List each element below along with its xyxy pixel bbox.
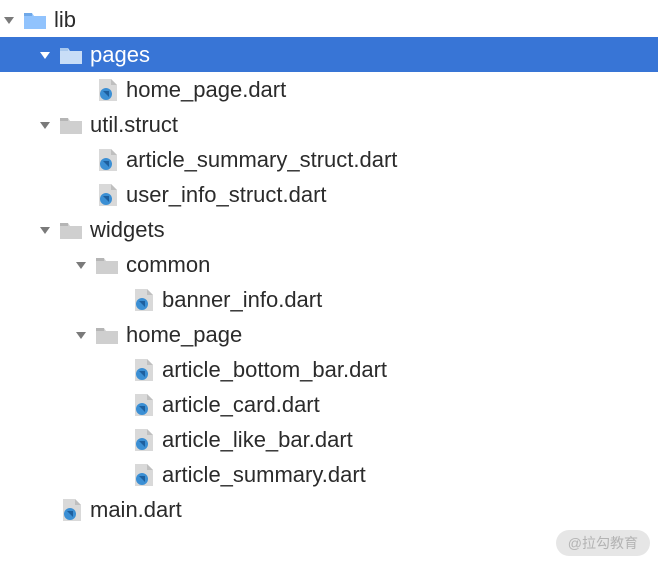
dart-file-icon <box>132 359 154 381</box>
tree-row-file[interactable]: banner_info.dart <box>0 282 658 317</box>
folder-icon <box>60 219 82 241</box>
tree-row-util-struct[interactable]: util.struct <box>0 107 658 142</box>
tree-label: util.struct <box>90 107 658 142</box>
tree-row-file[interactable]: article_card.dart <box>0 387 658 422</box>
chevron-down-icon[interactable] <box>36 224 54 236</box>
tree-row-file[interactable]: main.dart <box>0 492 658 527</box>
folder-icon <box>96 324 118 346</box>
tree-row-file[interactable]: article_summary_struct.dart <box>0 142 658 177</box>
tree-row-file[interactable]: article_like_bar.dart <box>0 422 658 457</box>
project-tree: lib pages home_page.dart util.struct <box>0 0 658 527</box>
tree-label: home_page.dart <box>126 72 658 107</box>
tree-label: pages <box>90 37 658 72</box>
dart-file-icon <box>132 289 154 311</box>
folder-icon <box>24 9 46 31</box>
tree-row-file[interactable]: home_page.dart <box>0 72 658 107</box>
tree-row-home-page-folder[interactable]: home_page <box>0 317 658 352</box>
tree-row-lib[interactable]: lib <box>0 2 658 37</box>
chevron-down-icon[interactable] <box>0 14 18 26</box>
tree-label: lib <box>54 2 658 37</box>
tree-row-pages[interactable]: pages <box>0 37 658 72</box>
folder-icon <box>60 44 82 66</box>
dart-file-icon <box>132 429 154 451</box>
dart-file-icon <box>132 464 154 486</box>
tree-label: home_page <box>126 317 658 352</box>
chevron-down-icon[interactable] <box>36 119 54 131</box>
tree-row-file[interactable]: article_summary.dart <box>0 457 658 492</box>
chevron-down-icon[interactable] <box>72 329 90 341</box>
tree-label: banner_info.dart <box>162 282 658 317</box>
dart-file-icon <box>132 394 154 416</box>
folder-icon <box>60 114 82 136</box>
tree-row-file[interactable]: user_info_struct.dart <box>0 177 658 212</box>
dart-file-icon <box>96 79 118 101</box>
chevron-down-icon[interactable] <box>72 259 90 271</box>
tree-label: article_summary.dart <box>162 457 658 492</box>
dart-file-icon <box>96 149 118 171</box>
chevron-down-icon[interactable] <box>36 49 54 61</box>
dart-file-icon <box>96 184 118 206</box>
tree-label: user_info_struct.dart <box>126 177 658 212</box>
tree-label: article_bottom_bar.dart <box>162 352 658 387</box>
tree-label: article_summary_struct.dart <box>126 142 658 177</box>
tree-row-widgets[interactable]: widgets <box>0 212 658 247</box>
watermark-badge: @拉勾教育 <box>556 530 650 556</box>
folder-icon <box>96 254 118 276</box>
tree-label: article_card.dart <box>162 387 658 422</box>
dart-file-icon <box>60 499 82 521</box>
tree-label: common <box>126 247 658 282</box>
tree-label: article_like_bar.dart <box>162 422 658 457</box>
tree-row-common[interactable]: common <box>0 247 658 282</box>
tree-row-file[interactable]: article_bottom_bar.dart <box>0 352 658 387</box>
tree-label: widgets <box>90 212 658 247</box>
tree-label: main.dart <box>90 492 658 527</box>
